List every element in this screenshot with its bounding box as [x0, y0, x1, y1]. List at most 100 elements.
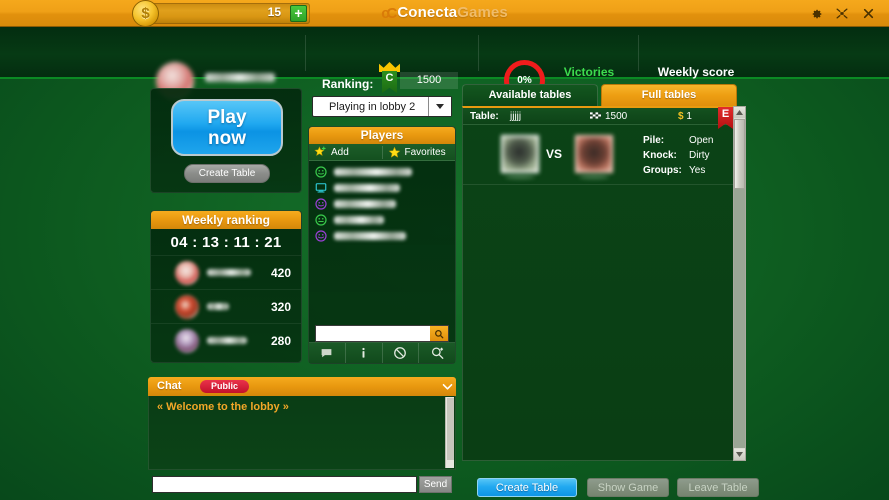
- search-icon[interactable]: [430, 326, 448, 341]
- list-item[interactable]: 280: [151, 323, 301, 357]
- player-name: [334, 216, 384, 224]
- leave-table-button[interactable]: Leave Table: [677, 478, 759, 497]
- chat-scrollbar-thumb[interactable]: [447, 398, 454, 460]
- weekly-ranking-panel: Weekly ranking 04 : 13 : 11 : 21 420 320…: [150, 210, 302, 363]
- avatar-shadow: [579, 175, 609, 179]
- chevron-down-icon[interactable]: [439, 377, 456, 396]
- player-name: [207, 269, 251, 276]
- play-now-button[interactable]: Play now: [171, 99, 283, 156]
- points-value: 320: [270, 300, 291, 314]
- send-button[interactable]: Send: [419, 476, 452, 493]
- player-avatar-right[interactable]: [575, 135, 613, 173]
- rule-value: Dirty: [689, 150, 710, 161]
- rule-row: Knock: Dirty: [643, 148, 713, 163]
- smiley-green-icon: [315, 214, 327, 226]
- logo-secondary: Games: [457, 4, 508, 21]
- tables-tabs: Available tables Full tables: [462, 84, 746, 106]
- add-player-button[interactable]: Add: [309, 145, 382, 159]
- chat-input[interactable]: [152, 476, 417, 493]
- favorites-button[interactable]: Favorites: [381, 145, 456, 159]
- chat-public-badge[interactable]: Public: [200, 380, 250, 393]
- victories-label: Victories: [563, 65, 615, 79]
- bet-currency: $: [678, 111, 684, 122]
- game-lobby-window: $ 15 + cC ConectaGames Ranking: C 1500 0…: [0, 0, 889, 500]
- player-name: [207, 303, 229, 310]
- table-ranking: 1500: [605, 111, 628, 122]
- lobby-select-value: Playing in lobby 2: [329, 101, 416, 113]
- tab-full-tables[interactable]: Full tables: [601, 84, 737, 106]
- crown-icon: [379, 62, 400, 72]
- chevron-down-icon[interactable]: [428, 97, 451, 116]
- list-item[interactable]: [309, 164, 455, 180]
- info-icon[interactable]: [344, 343, 382, 363]
- block-icon[interactable]: [381, 343, 419, 363]
- create-table-button-bottom[interactable]: Create Table: [477, 478, 577, 497]
- list-item[interactable]: [309, 212, 455, 228]
- monitor-blue-icon: [315, 183, 327, 193]
- rule-row: Pile: Open: [643, 133, 713, 148]
- restore-icon[interactable]: [829, 0, 855, 27]
- ranking-value: 1500: [400, 72, 458, 89]
- vs-label: VS: [546, 147, 563, 161]
- close-icon[interactable]: [855, 0, 881, 27]
- weekly-ranking-title: Weekly ranking: [151, 211, 301, 229]
- create-table-button[interactable]: Create Table: [184, 164, 270, 183]
- gear-icon[interactable]: [803, 0, 829, 27]
- table-detail[interactable]: VS Pile: Open Knock: Dirty Groups: Yes: [463, 125, 736, 185]
- add-player-label: Add: [331, 146, 349, 158]
- table-label: Table:: [470, 111, 499, 122]
- chat-bubble-icon[interactable]: [309, 343, 345, 363]
- avatar: [175, 261, 199, 285]
- chat-message: « Welcome to the lobby »: [157, 401, 289, 413]
- tables-scrollbar[interactable]: [733, 106, 746, 461]
- player-avatar-left[interactable]: [501, 135, 539, 173]
- bottom-action-bar: Create Table Show Game Leave Table: [462, 478, 759, 498]
- rule-key: Pile:: [643, 135, 665, 146]
- tables-scrollbar-track[interactable]: [734, 189, 745, 448]
- players-list: [309, 161, 455, 329]
- tables-scrollbar-thumb[interactable]: [734, 119, 745, 189]
- bet-value: 1: [686, 111, 692, 122]
- players-panel: Players Add Favorites: [308, 126, 456, 364]
- player-name: [207, 337, 247, 344]
- app-logo: cC ConectaGames: [0, 4, 889, 22]
- star-plus-icon: [314, 145, 326, 156]
- scroll-up-icon[interactable]: [734, 107, 745, 118]
- player-name: [334, 184, 400, 192]
- checkered-flag-icon: [590, 112, 601, 119]
- player-name: [334, 200, 396, 208]
- list-item[interactable]: 320: [151, 289, 301, 323]
- chat-panel: Chat Public « Welcome to the lobby » Sen…: [148, 377, 456, 495]
- chat-scrollbar[interactable]: [445, 397, 454, 468]
- play-now-line2: now: [208, 128, 246, 149]
- show-game-button[interactable]: Show Game: [587, 478, 669, 497]
- player-name: [334, 232, 406, 240]
- star-icon: [388, 146, 400, 158]
- scroll-down-icon[interactable]: [734, 449, 745, 460]
- table-rules: Pile: Open Knock: Dirty Groups: Yes: [643, 133, 713, 178]
- divider: [638, 35, 639, 71]
- play-panel: Play now Create Table: [150, 88, 302, 193]
- smiley-purple-icon: [315, 198, 327, 210]
- chat-header: Chat Public: [148, 377, 456, 396]
- smiley-green-icon: [315, 166, 327, 178]
- logo-primary: Conecta: [397, 4, 458, 21]
- table-row[interactable]: Table: jjjjj 1500 $ 1 E: [463, 107, 736, 129]
- lobby-select[interactable]: Playing in lobby 2: [312, 96, 452, 117]
- rule-value: Open: [689, 135, 714, 146]
- weekly-score-label: Weekly score: [657, 65, 735, 79]
- table-bet: $ 1: [678, 108, 692, 125]
- rank-badge-icon: C: [378, 62, 400, 93]
- zoom-in-icon[interactable]: [418, 343, 455, 363]
- tab-available-tables[interactable]: Available tables: [462, 84, 598, 106]
- table-name[interactable]: jjjjj: [510, 108, 521, 125]
- rank-ribbon: C: [382, 71, 397, 93]
- list-item[interactable]: [309, 196, 455, 212]
- points-value: 280: [270, 334, 291, 348]
- avatar: [175, 295, 199, 319]
- list-item[interactable]: [309, 180, 455, 196]
- ranking-label: Ranking:: [322, 77, 374, 91]
- search-input[interactable]: [315, 325, 449, 342]
- list-item[interactable]: [309, 228, 455, 244]
- list-item[interactable]: 420: [151, 255, 301, 289]
